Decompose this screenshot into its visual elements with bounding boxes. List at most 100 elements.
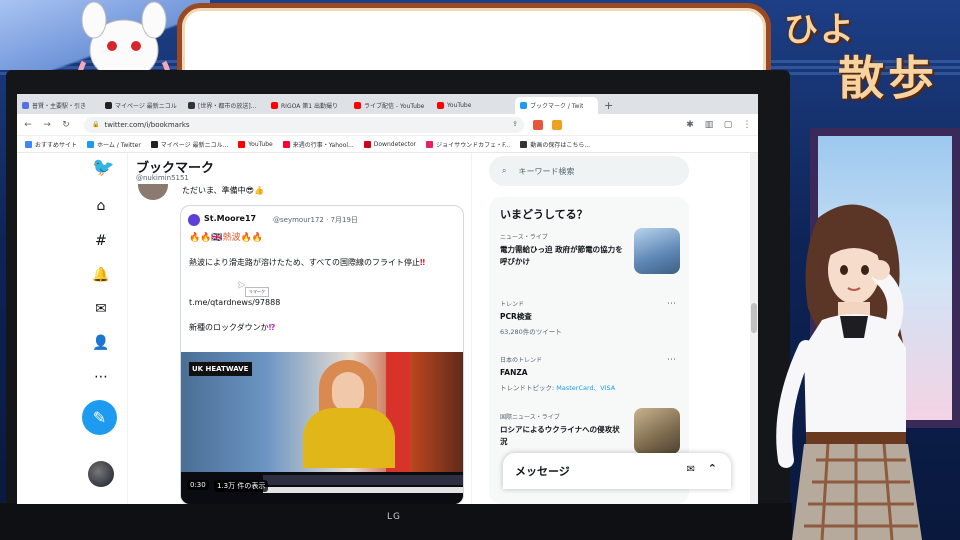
bookmark-label: YouTube: [248, 140, 273, 148]
trend-name: ロシアによるウクライナへの侵攻状況: [500, 425, 620, 446]
menu-icon[interactable]: ⋮: [742, 120, 752, 130]
more-icon[interactable]: ⋯: [667, 355, 676, 365]
bookmark-favicon: [238, 140, 246, 148]
stream-logo: ひよ 散歩: [776, 2, 956, 108]
tweet-headline: 🔥🔥🇬🇧熱波🔥🔥: [189, 233, 264, 243]
share-icon[interactable]: ⇪: [512, 120, 518, 128]
tweet-avatar[interactable]: [138, 184, 168, 200]
trend-item[interactable]: 日本のトレンド FANZA トレンドトピック: MasterCard、VISA …: [500, 355, 684, 392]
warning-extension-icon[interactable]: [552, 119, 562, 130]
window-icon[interactable]: ▢: [723, 120, 733, 130]
notifications-bell-icon[interactable]: 🔔: [92, 266, 110, 284]
tab-title: 普賢・主要駅・引き: [32, 103, 87, 110]
quill-icon: ✎: [92, 408, 107, 427]
tab-title: マイページ 最新ニコル: [115, 103, 177, 110]
messages-envelope-icon[interactable]: ✉: [92, 300, 110, 318]
trend-item[interactable]: ニュース・ライブ 電力需給ひっ迫 政府が節電の協力を呼びかけ: [500, 228, 684, 274]
twitter-bird-icon[interactable]: 🐦: [92, 159, 114, 177]
news-anchor-body: [303, 408, 395, 468]
quoted-avatar[interactable]: [188, 214, 200, 226]
browser-tab[interactable]: ライブ配信 - YouTube: [349, 97, 432, 114]
bookmark-item[interactable]: YouTube: [238, 140, 273, 148]
quoted-author-name[interactable]: St.Moore17: [204, 214, 256, 223]
bookmark-label: 来週の行事・Yahool...: [292, 141, 354, 149]
trend-item[interactable]: トレンド PCR検査 63,280件のツイート ⋯: [500, 299, 684, 336]
bookmarks-bar: おすすめサイト ホーム / Twitter マイページ 最新ニコル... You…: [17, 136, 758, 153]
bookmark-label: Downdetector: [373, 140, 417, 148]
trend-category: トレンド: [500, 301, 525, 308]
browser-window: 普賢・主要駅・引き マイページ 最新ニコル [世界・都市の放送]... RIGO…: [17, 94, 758, 504]
bookmark-item[interactable]: おすすめサイト: [25, 140, 77, 149]
bookmark-item[interactable]: Downdetector: [363, 140, 417, 148]
trend-name: PCR検査: [500, 312, 532, 321]
bookmark-item[interactable]: ホーム / Twitter: [87, 140, 141, 149]
browser-tab-active[interactable]: ブックマーク / Twit: [515, 97, 598, 114]
trend-count: 63,280件のツイート: [500, 328, 562, 336]
extensions-icon[interactable]: ✱: [685, 120, 695, 130]
tab-title: [世界・都市の放送]...: [198, 103, 257, 110]
news-anchor-face: [332, 372, 364, 412]
url-text: twitter.com/i/bookmarks: [104, 120, 190, 129]
shield-extension-icon[interactable]: [533, 119, 543, 130]
trend-thumbnail: [634, 408, 680, 454]
trend-topic-label: トレンドトピック:: [500, 384, 557, 392]
sidebar-icon[interactable]: ▥: [704, 120, 714, 130]
account-avatar[interactable]: [88, 461, 114, 487]
compose-tweet-button[interactable]: ✎: [82, 400, 117, 435]
forward-icon[interactable]: →: [42, 120, 52, 130]
messages-drawer[interactable]: メッセージ ✉ ⌃: [503, 453, 731, 489]
bookmark-item[interactable]: 来週の行事・Yahool...: [282, 140, 354, 149]
monitor-brand: LG: [387, 512, 401, 522]
bookmark-favicon: [426, 140, 434, 148]
browser-tab[interactable]: RIGOA 第1 出勤撮り: [266, 97, 349, 114]
home-icon[interactable]: ⌂: [92, 197, 110, 215]
bookmark-favicon: [282, 140, 290, 148]
tweet-body-2: 新種のロックダウンか⁉: [189, 322, 275, 333]
tab-bar: 普賢・主要駅・引き マイページ 最新ニコル [世界・都市の放送]... RIGO…: [17, 94, 758, 114]
bookmark-item[interactable]: 動画の保存はこちら...: [520, 140, 590, 149]
trend-item[interactable]: 国際ニュース・ライブ ロシアによるウクライナへの侵攻状況: [500, 408, 684, 454]
tab-favicon: [354, 102, 361, 109]
video-duration: 0:30: [187, 480, 209, 490]
trend-topic-links[interactable]: MasterCard、VISA: [556, 384, 615, 392]
back-icon[interactable]: ←: [23, 120, 33, 130]
profile-icon[interactable]: 👤: [92, 334, 110, 352]
reload-icon[interactable]: ↻: [61, 120, 71, 130]
tweet-link[interactable]: t.me/qtardnews/97888: [189, 298, 280, 307]
twitter-page: 🐦 ⌂ # 🔔 ✉ 👤 ⋯ ✎ ブックマーク @nukimin5151 ただいま…: [17, 153, 758, 504]
browser-tab[interactable]: マイページ 最新ニコル: [100, 97, 183, 114]
trend-name: 電力需給ひっ迫 政府が節電の協力を呼びかけ: [500, 245, 623, 266]
messages-label: メッセージ: [515, 465, 570, 478]
tab-favicon: [271, 102, 278, 109]
browser-tab[interactable]: YouTube: [432, 97, 515, 114]
quoted-tweet[interactable]: St.Moore17 @seymour172 · 7月19日 🔥🔥🇬🇧熱波🔥🔥 …: [180, 205, 464, 504]
bookmark-item[interactable]: ジョイサウンドカフェ・F...: [426, 140, 510, 149]
bookmark-item[interactable]: マイページ 最新ニコル...: [150, 140, 228, 149]
tab-favicon: [520, 102, 527, 109]
browser-tab[interactable]: [世界・都市の放送]...: [183, 97, 266, 114]
ticker-bar: [263, 487, 463, 493]
trend-name: FANZA: [500, 368, 528, 377]
more-icon[interactable]: ⋯: [92, 368, 110, 386]
tab-favicon: [437, 102, 444, 109]
tweet-text: ただいま、準備中😎👍: [182, 186, 264, 195]
expand-chevron-icon[interactable]: ⌃: [708, 462, 717, 475]
tweet-body-text: 熱波により滑走路が溶けたため、すべての国際線のフライト停止: [189, 258, 420, 267]
toolbar: ← → ↻ 🔒 twitter.com/i/bookmarks ⇪ ✱ ▥ ▢ …: [17, 114, 758, 136]
search-placeholder: キーワード検索: [518, 166, 575, 176]
bookmark-label: 動画の保存はこちら...: [530, 141, 591, 149]
address-bar[interactable]: 🔒 twitter.com/i/bookmarks ⇪: [84, 116, 524, 133]
more-icon[interactable]: ⋯: [667, 299, 676, 309]
trend-category: 日本のトレンド: [500, 357, 543, 364]
new-tab-button[interactable]: +: [598, 97, 619, 114]
exclamation-mark: ‼: [419, 258, 425, 267]
tweet-body: 熱波により滑走路が溶けたため、すべての国際線のフライト停止‼: [189, 256, 459, 270]
tweet-video[interactable]: UK HEATWAVE 0:30 1.3万 件の表示: [181, 352, 463, 504]
bookmarks-timeline: ブックマーク @nukimin5151 ただいま、準備中😎👍 St.Moore1…: [127, 153, 472, 504]
tab-title: ライブ配信 - YouTube: [364, 103, 425, 110]
explore-hashtag-icon[interactable]: #: [92, 232, 110, 250]
search-box[interactable]: ⌕ キーワード検索: [489, 156, 689, 186]
search-icon: ⌕: [502, 166, 507, 175]
new-message-icon[interactable]: ✉: [687, 464, 695, 475]
browser-tab[interactable]: 普賢・主要駅・引き: [17, 97, 100, 114]
